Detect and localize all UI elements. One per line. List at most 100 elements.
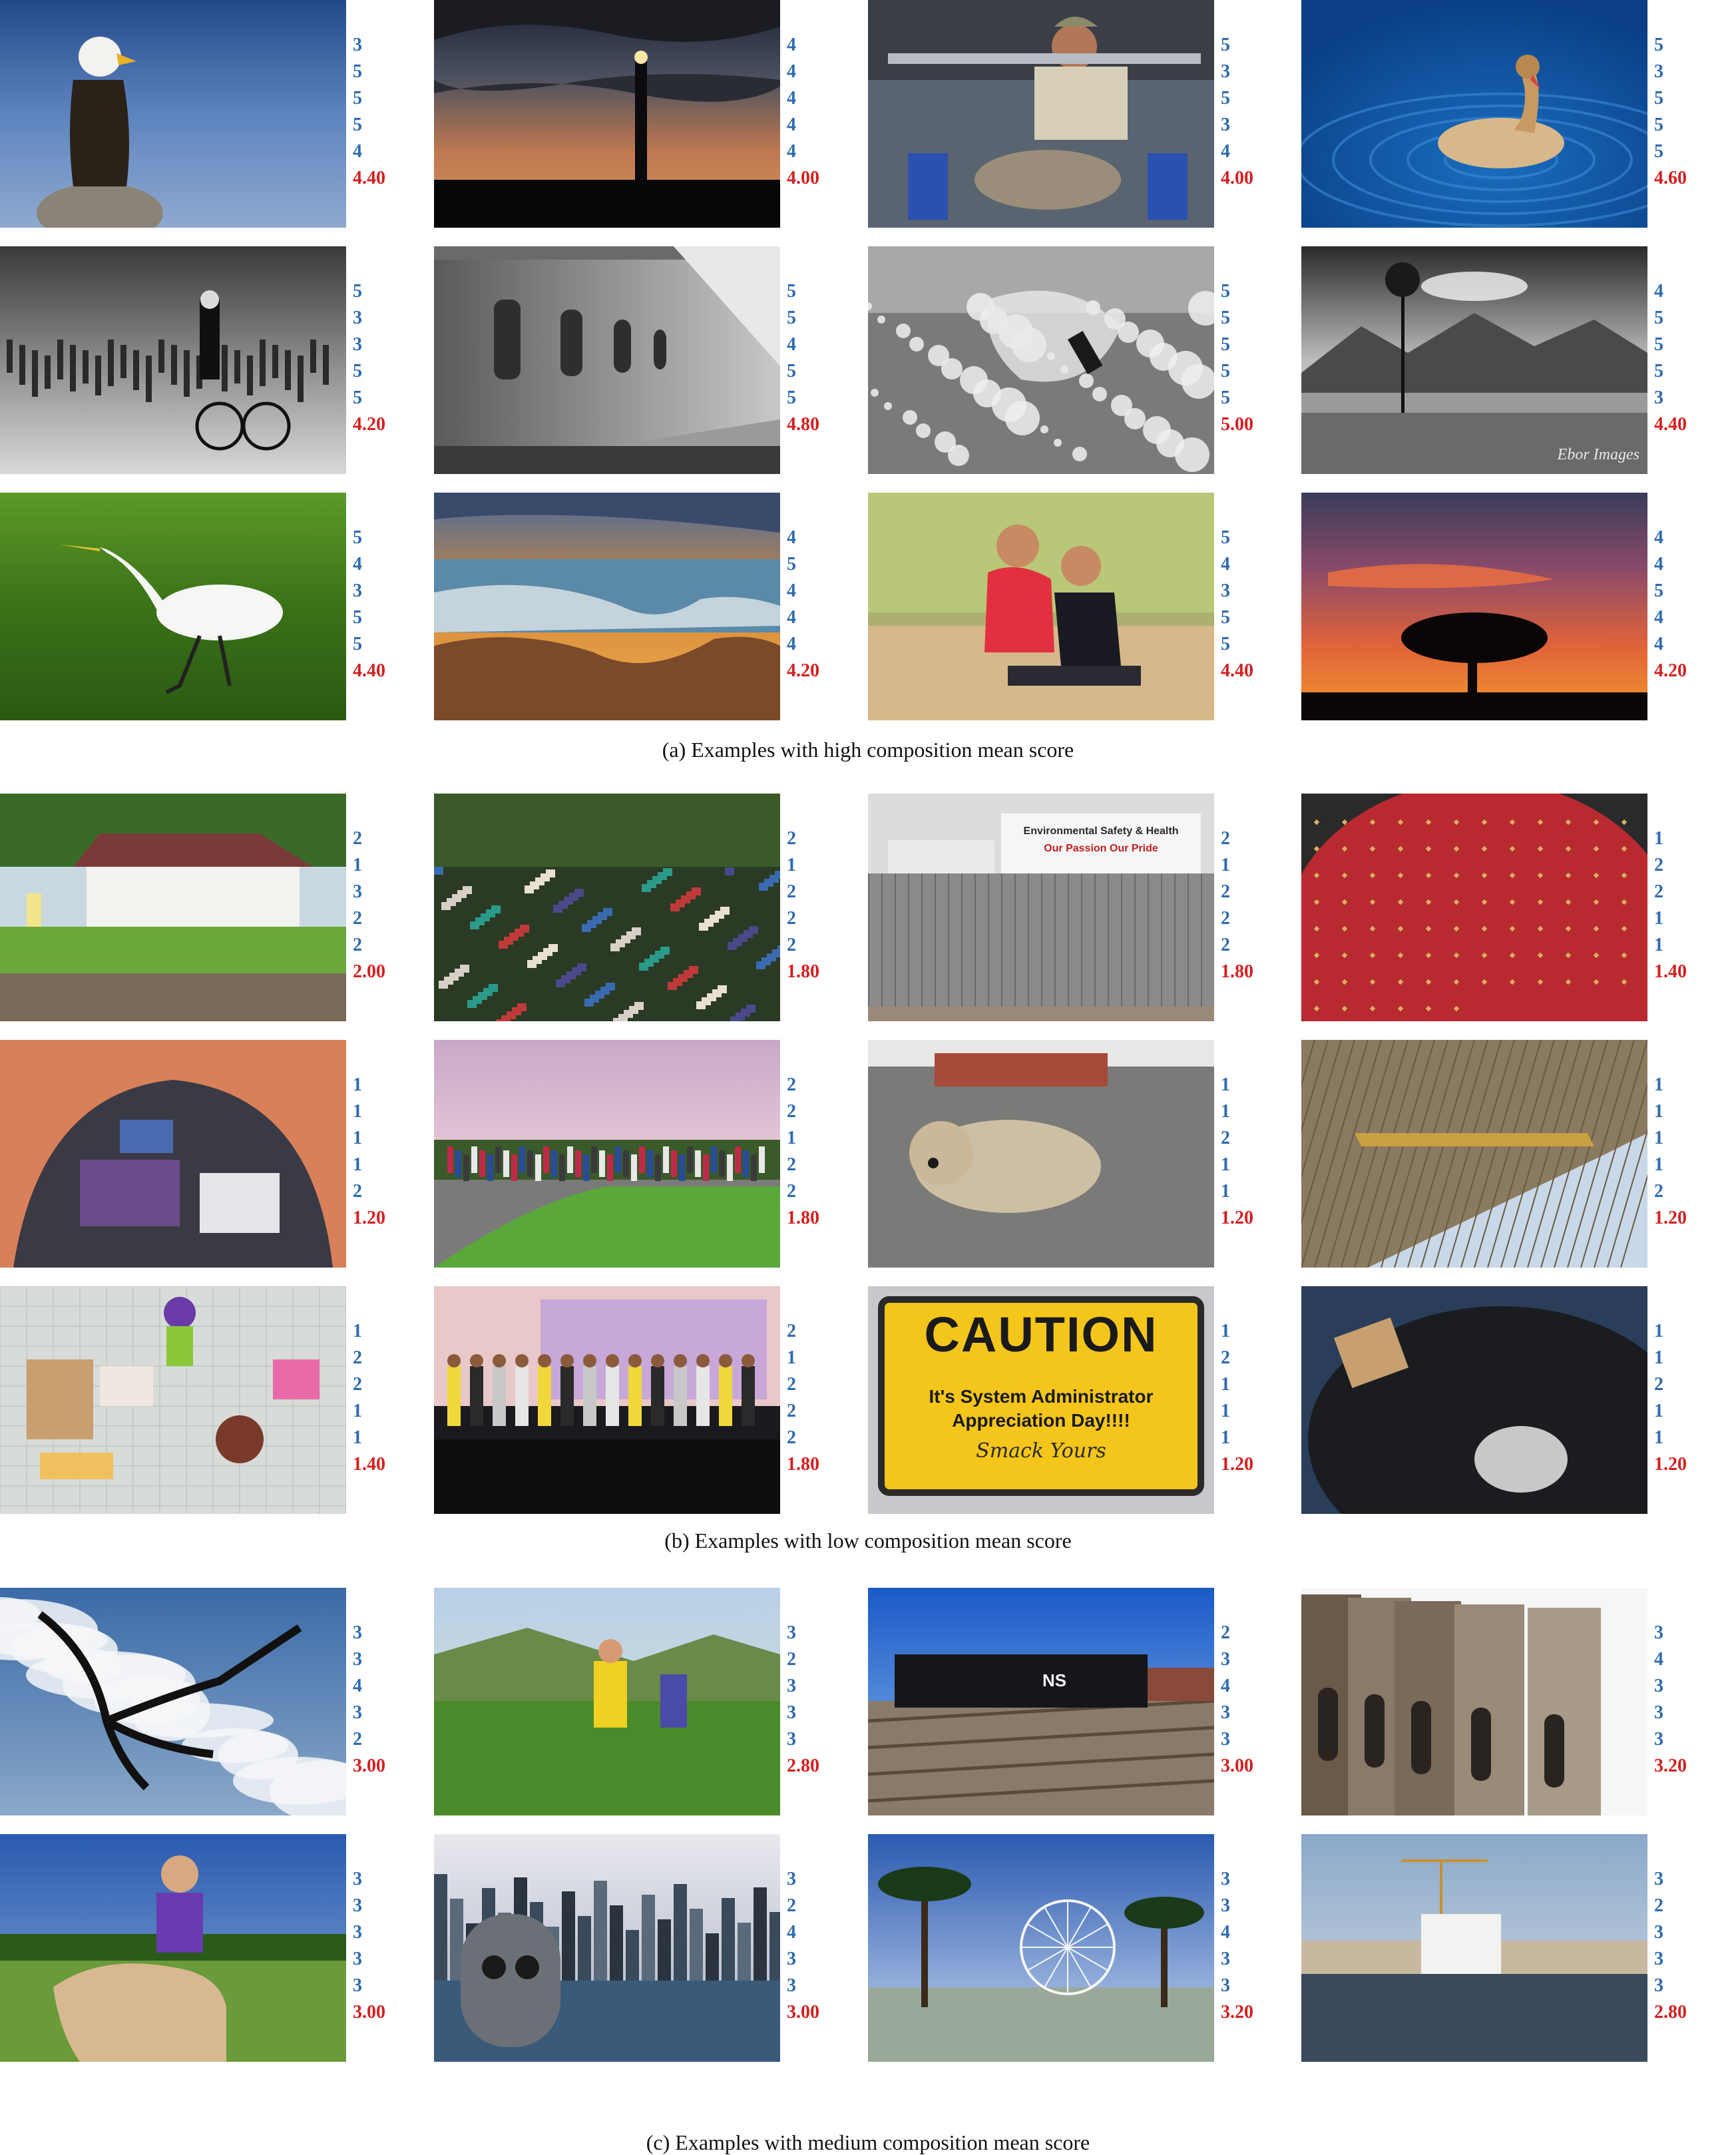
example-photo-bird-sculpture-against-clouds <box>0 1588 346 1815</box>
rater-score: 1 <box>353 1101 362 1122</box>
craft-items-on-mat-image <box>0 1286 346 1514</box>
mean-score: 3.00 <box>353 2002 385 2023</box>
example-cell: Ebor Images 4 5 5 5 3 4.40 <box>1301 246 1727 474</box>
example-cell: 3 2 3 3 3 2.80 <box>1301 1834 1727 2062</box>
score-list: 1 2 2 1 1 1.40 <box>353 1318 406 1478</box>
rater-score: 2 <box>787 1101 796 1122</box>
stone-castle-towers-image <box>1301 1588 1647 1815</box>
rater-score: 2 <box>353 1347 362 1368</box>
score-list: 4 5 5 5 3 4.40 <box>1654 278 1707 438</box>
rater-score: 2 <box>787 881 796 902</box>
score-list: 5 3 3 5 5 4.20 <box>353 278 406 438</box>
charcoal-grill-closeup-image <box>1301 1286 1647 1514</box>
locomotive-on-tracks-image <box>868 1588 1214 1815</box>
example-cell: 3 3 3 3 3 3.00 <box>0 1834 426 2062</box>
rater-score: 3 <box>1654 387 1663 408</box>
rater-score: 3 <box>1654 1702 1663 1723</box>
rater-score: 4 <box>787 607 796 628</box>
bald-eagle-on-rock-image <box>0 0 346 228</box>
mean-score: 5.00 <box>1221 414 1253 435</box>
rater-score: 1 <box>1654 1128 1663 1148</box>
rater-score: 3 <box>353 1702 362 1723</box>
example-photo-woman-on-horse <box>0 1834 346 2062</box>
rater-score: 3 <box>1221 1649 1230 1670</box>
acacia-tree-sunset-image <box>1301 493 1647 720</box>
rater-score: 5 <box>353 61 362 82</box>
rater-score: 4 <box>1221 1676 1230 1696</box>
red-fabric-closeup-image <box>1301 794 1647 1021</box>
example-photo-locomotive-on-tracks: NS <box>868 1588 1214 1815</box>
white-egret-on-grass-image <box>0 493 346 720</box>
rater-score: 3 <box>1654 1922 1663 1943</box>
rater-score: 4 <box>353 554 362 575</box>
rater-score: 5 <box>353 634 362 654</box>
score-list: 3 3 4 3 3 3.20 <box>1221 1866 1274 2026</box>
example-cell: 1 1 2 1 1 1.20 <box>868 1040 1294 1268</box>
mean-score: 4.40 <box>1654 414 1687 435</box>
example-cell: 5 3 5 5 5 4.60 <box>1301 0 1727 228</box>
conference-stage-image <box>434 1286 780 1514</box>
crowd-in-park-image <box>434 794 780 1021</box>
rater-score: 1 <box>1221 1374 1230 1395</box>
rater-score: 2 <box>1221 1347 1230 1368</box>
rater-score: 3 <box>1654 1975 1663 1996</box>
example-cell: NS 2 3 4 3 3 3.00 <box>868 1588 1294 1815</box>
rater-score: 5 <box>787 554 796 575</box>
score-list: 4 5 4 4 4 4.20 <box>787 525 840 684</box>
example-cell: 1 2 2 1 1 1.40 <box>1301 794 1727 1021</box>
rater-score: 2 <box>353 1181 362 1202</box>
rater-score: 3 <box>353 881 362 902</box>
rater-score: 3 <box>1221 1869 1230 1889</box>
lone-tree-mountains-bw-image <box>1301 246 1647 474</box>
score-list: 2 1 2 2 2 1.80 <box>1221 826 1274 985</box>
rater-score: 2 <box>1221 935 1230 955</box>
rater-score: 2 <box>787 1427 796 1448</box>
rater-score: 3 <box>353 1869 362 1889</box>
example-photo-conference-stage <box>434 1286 780 1514</box>
rater-score: 5 <box>1221 634 1230 654</box>
example-cell: 1 1 1 1 2 1.20 <box>0 1040 426 1268</box>
rater-score: 1 <box>787 1128 796 1148</box>
rater-score: 5 <box>1221 387 1230 408</box>
rocky-coast-sunset-image <box>434 493 780 720</box>
rater-score: 4 <box>787 88 796 109</box>
rater-score: 3 <box>353 1649 362 1670</box>
rater-score: 1 <box>353 1321 362 1341</box>
rater-score: 2 <box>353 828 362 849</box>
rater-score: 1 <box>1221 1154 1230 1175</box>
rater-score: 5 <box>1221 361 1230 381</box>
rater-score: 4 <box>787 61 796 82</box>
rater-score: 1 <box>1221 1101 1230 1122</box>
mean-score: 4.40 <box>353 168 385 188</box>
score-list: 3 2 4 3 3 3.00 <box>787 1866 840 2026</box>
stone-building-perspective-bw-image <box>434 246 780 474</box>
score-list: 2 2 1 2 2 1.80 <box>787 1072 840 1232</box>
caution-title: CAUTION <box>924 1307 1158 1362</box>
rater-score: 3 <box>353 308 362 328</box>
example-photo-inside-tent-view <box>0 1040 346 1268</box>
rater-score: 5 <box>1654 334 1663 355</box>
rater-score: 2 <box>1221 1622 1230 1643</box>
rater-score: 1 <box>1654 908 1663 929</box>
mean-score: 2.00 <box>353 961 385 982</box>
rater-score: 2 <box>1221 1128 1230 1148</box>
rater-score: 3 <box>1654 61 1663 82</box>
rater-score: 3 <box>1221 1975 1230 1996</box>
example-cell: 3 5 5 5 4 4.40 <box>0 0 426 228</box>
rater-score: 4 <box>1654 554 1663 575</box>
mean-score: 1.80 <box>1221 961 1253 982</box>
rater-score: 2 <box>353 1374 362 1395</box>
example-cell: 2 1 2 2 2 1.80 <box>434 1286 860 1514</box>
rater-score: 3 <box>1221 1949 1230 1969</box>
rater-score: 5 <box>353 88 362 109</box>
rater-score: 5 <box>1654 361 1663 381</box>
rater-score: 5 <box>353 527 362 548</box>
mean-score: 4.80 <box>787 414 819 435</box>
rater-score: 4 <box>1221 554 1230 575</box>
rater-score: 3 <box>1221 1895 1230 1916</box>
example-cell: 2 2 1 2 2 1.80 <box>434 1040 860 1268</box>
rater-score: 5 <box>1221 35 1230 55</box>
example-cell: 1 2 2 1 1 1.40 <box>0 1286 426 1514</box>
underside-of-structure-image <box>1301 1040 1647 1268</box>
rater-score: 2 <box>353 908 362 929</box>
